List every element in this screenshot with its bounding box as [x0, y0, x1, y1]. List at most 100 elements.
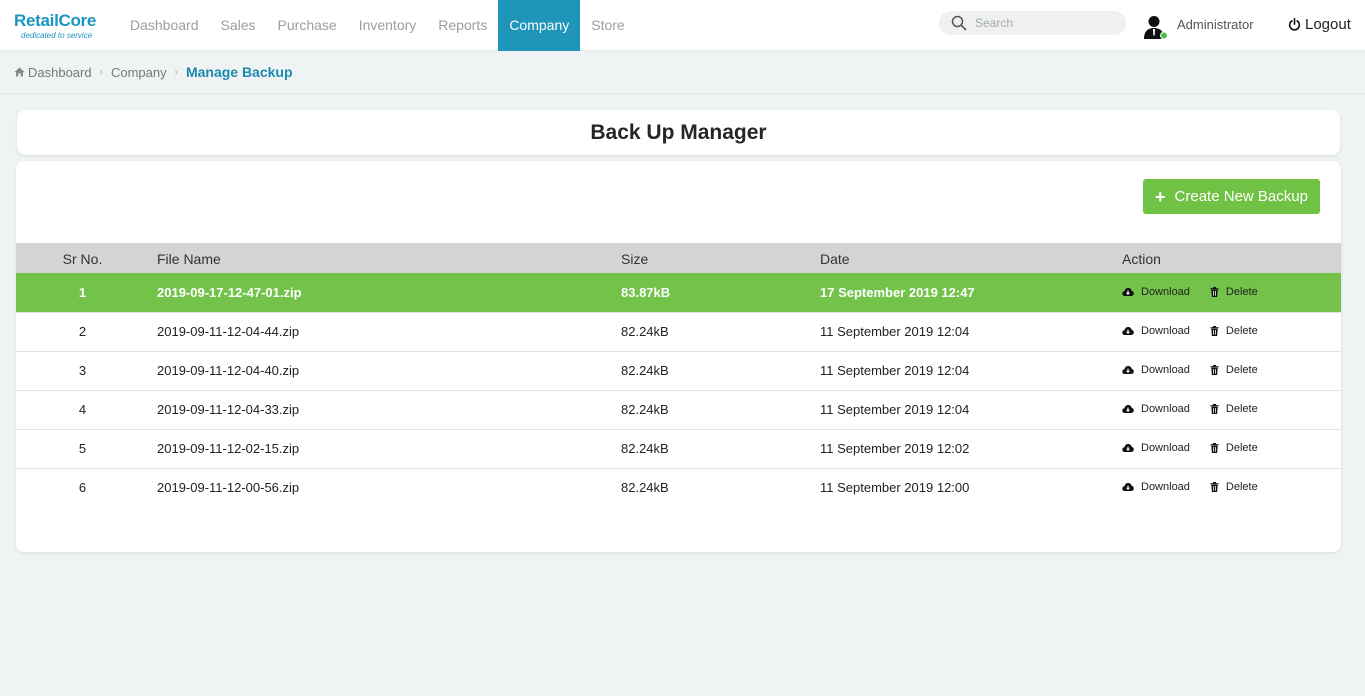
logout-button[interactable]: Logout	[1288, 16, 1351, 33]
trash-icon	[1210, 404, 1219, 414]
search-icon[interactable]	[951, 15, 967, 31]
download-button[interactable]: Download	[1122, 286, 1190, 298]
download-label: Download	[1141, 285, 1190, 298]
delete-label: Delete	[1225, 403, 1258, 415]
page-title-card: Back Up Manager	[17, 110, 1340, 155]
breadcrumb-company[interactable]: Company	[111, 65, 167, 80]
logo-tagline: dedicated to service	[21, 31, 93, 40]
cloud-download-icon	[1122, 366, 1134, 374]
user-avatar-icon	[1144, 16, 1168, 40]
delete-button[interactable]: Delete	[1210, 403, 1258, 415]
cell-size: 82.24kB	[621, 363, 669, 378]
breadcrumb-home-label: Dashboard	[28, 64, 92, 80]
trash-icon	[1210, 326, 1219, 336]
username-label: Administrator	[1177, 17, 1254, 32]
breadcrumb: Dashboard › Company › Manage Backup	[14, 63, 293, 81]
nav-purchase[interactable]: Purchase	[267, 0, 348, 51]
cell-sr: 4	[78, 402, 87, 417]
cloud-download-icon	[1122, 405, 1134, 413]
delete-label: Delete	[1225, 481, 1258, 494]
logout-label: Logout	[1305, 16, 1351, 33]
delete-label: Delete	[1225, 442, 1258, 454]
nav-reports[interactable]: Reports	[427, 0, 498, 51]
cell-sr: 2	[78, 324, 87, 339]
table-row[interactable]: 2 2019-09-11-12-04-44.zip 82.24kB 11 Septem…	[16, 312, 1341, 351]
main-nav: Dashboard Sales Purchase Inventory Repor…	[119, 0, 636, 51]
delete-button[interactable]: Delete	[1210, 325, 1258, 337]
delete-button[interactable]: Delete	[1210, 481, 1258, 493]
table-row[interactable]: 3 2019-09-11-12-04-40.zip 82.24kB 11 Septem…	[16, 351, 1341, 390]
backup-table: Sr No. File Name Size Date Action 1 2019-…	[16, 243, 1341, 507]
delete-label: Delete	[1225, 325, 1258, 337]
create-backup-button[interactable]: + Create New Backup	[1143, 179, 1320, 214]
chevron-right-icon: ›	[99, 66, 103, 78]
cell-actions: Download Delete	[1122, 312, 1341, 351]
cell-sr: 5	[78, 441, 87, 456]
download-label: Download	[1141, 403, 1190, 415]
cell-sr: 3	[78, 363, 87, 378]
cell-actions: Download Delete	[1122, 351, 1341, 390]
nav-company[interactable]: Company	[498, 0, 581, 51]
cloud-download-icon	[1122, 444, 1134, 452]
cell-size: 82.24kB	[621, 441, 669, 456]
nav-store[interactable]: Store	[580, 0, 635, 51]
cell-size: 83.87kB	[621, 284, 671, 300]
download-button[interactable]: Download	[1122, 403, 1190, 415]
nav-inventory[interactable]: Inventory	[348, 0, 428, 51]
table-row[interactable]: 6 2019-09-11-12-00-56.zip 82.24kB 11 Septem…	[16, 468, 1341, 507]
breadcrumb-home[interactable]: Dashboard	[14, 65, 92, 80]
table-header-row: Sr No. File Name Size Date Action	[16, 243, 1341, 273]
download-label: Download	[1141, 481, 1190, 494]
top-navbar: RetailCore dedicated to service Dashboar…	[0, 0, 1365, 51]
breadcrumb-current: Manage Backup	[185, 64, 293, 80]
delete-button[interactable]: Delete	[1210, 442, 1258, 454]
trash-icon	[1210, 482, 1219, 493]
delete-button[interactable]: Delete	[1210, 364, 1258, 376]
cell-file-name: 2019-09-11-12-04-44.zip	[157, 324, 300, 339]
download-label: Download	[1141, 442, 1190, 454]
cloud-download-icon	[1122, 483, 1134, 492]
trash-icon	[1210, 365, 1219, 375]
logo-text: RetailCore	[14, 11, 97, 30]
download-button[interactable]: Download	[1122, 364, 1190, 376]
cell-actions: Download Delete	[1122, 273, 1341, 312]
cell-file-name: 2019-09-11-12-04-33.zip	[157, 402, 300, 417]
cell-file-name: 2019-09-11-12-00-56.zip	[157, 480, 300, 496]
delete-label: Delete	[1225, 364, 1258, 376]
cell-actions: Download Delete	[1122, 390, 1341, 429]
download-button[interactable]: Download	[1122, 481, 1190, 493]
download-button[interactable]: Download	[1122, 325, 1190, 337]
col-header-sr: Sr No.	[62, 251, 103, 267]
backup-panel: + Create New Backup Sr No. File Name Siz…	[16, 161, 1341, 552]
table-row[interactable]: 5 2019-09-11-12-02-15.zip 82.24kB 11 Septem…	[16, 429, 1341, 468]
cell-date: 11 September 2019 12:00	[820, 480, 970, 496]
download-button[interactable]: Download	[1122, 442, 1190, 454]
search-box	[939, 11, 1126, 35]
cell-file-name: 2019-09-11-12-04-40.zip	[157, 363, 300, 378]
create-backup-label: Create New Backup	[1174, 188, 1308, 205]
table-row[interactable]: 4 2019-09-11-12-04-33.zip 82.24kB 11 Septem…	[16, 390, 1341, 429]
chevron-right-icon: ›	[174, 66, 178, 78]
download-label: Download	[1141, 325, 1190, 337]
cell-file-name: 2019-09-11-12-02-15.zip	[157, 441, 300, 456]
cell-actions: Download Delete	[1122, 468, 1341, 507]
cell-file-name: 2019-09-17-12-47-01.zip	[157, 284, 302, 300]
home-icon	[14, 67, 25, 77]
cell-date: 11 September 2019 12:04	[820, 402, 970, 417]
delete-button[interactable]: Delete	[1210, 286, 1258, 298]
nav-sales[interactable]: Sales	[210, 0, 267, 51]
search-input[interactable]	[975, 14, 1115, 32]
table-row[interactable]: 1 2019-09-17-12-47-01.zip 83.87kB 17 Septem…	[16, 273, 1341, 312]
cell-size: 82.24kB	[621, 480, 669, 496]
cell-size: 82.24kB	[621, 324, 669, 339]
cell-date: 11 September 2019 12:04	[820, 324, 970, 339]
cell-sr: 1	[78, 284, 87, 300]
cell-date: 11 September 2019 12:02	[820, 441, 970, 456]
cell-sr: 6	[78, 480, 87, 496]
delete-label: Delete	[1225, 285, 1258, 298]
brand-logo[interactable]: RetailCore dedicated to service	[14, 11, 114, 41]
trash-icon	[1210, 286, 1219, 297]
page-title: Back Up Manager	[590, 121, 767, 144]
nav-dashboard[interactable]: Dashboard	[119, 0, 210, 51]
plus-icon: +	[1155, 186, 1166, 207]
